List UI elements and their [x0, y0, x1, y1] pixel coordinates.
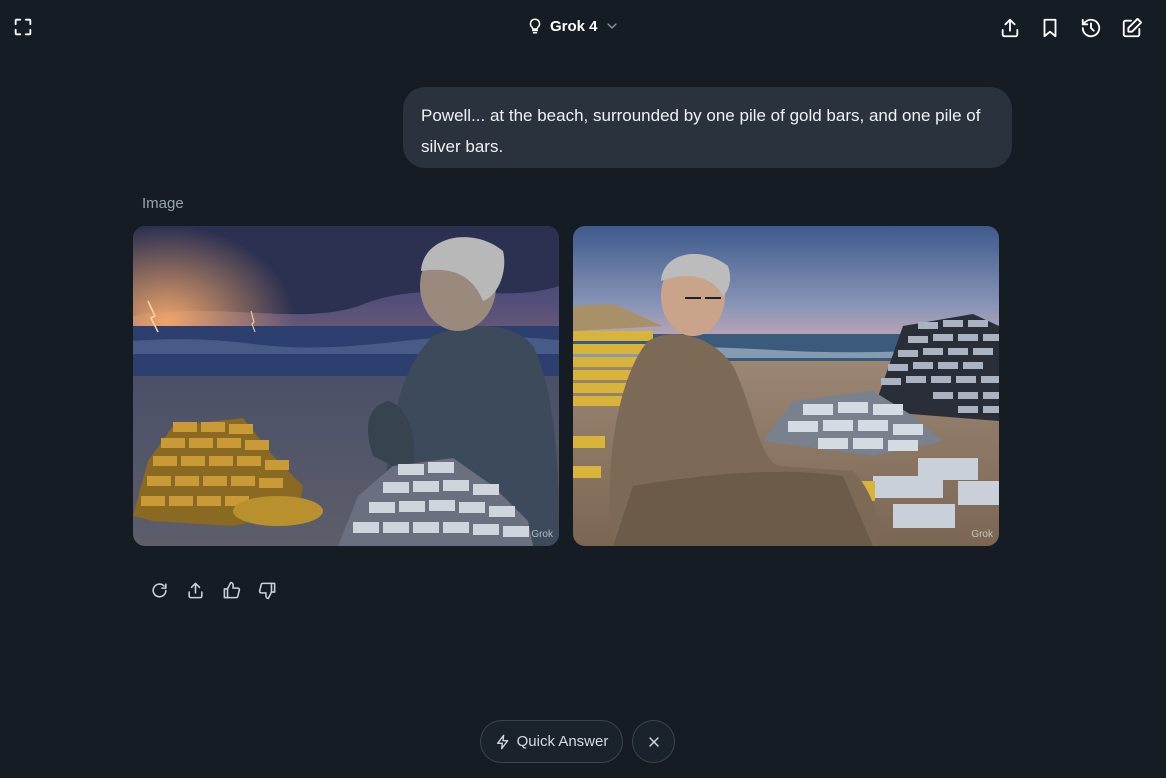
bookmark-icon — [1043, 18, 1057, 38]
quick-answer-label: Quick Answer — [516, 733, 609, 750]
grok-watermark: Grok — [971, 529, 993, 540]
edit-icon — [1122, 17, 1143, 38]
dislike-button[interactable] — [256, 579, 278, 601]
regenerate-button[interactable] — [148, 579, 170, 601]
like-button[interactable] — [220, 579, 242, 601]
response-label: Image — [142, 195, 184, 212]
bookmark-button[interactable] — [1035, 13, 1065, 43]
lightning-icon — [496, 734, 508, 749]
chevron-down-icon — [604, 18, 620, 34]
new-chat-button[interactable] — [1117, 13, 1147, 43]
user-message-text: Powell... at the beach, surrounded by on… — [421, 106, 981, 156]
expand-button[interactable] — [8, 12, 38, 42]
share-response-button[interactable] — [184, 579, 206, 601]
share-button[interactable] — [995, 13, 1025, 43]
model-name: Grok 4 — [550, 17, 598, 35]
generated-image-2[interactable]: Grok — [573, 226, 999, 546]
thumbs-down-icon — [258, 582, 275, 599]
close-button[interactable] — [632, 720, 675, 763]
share-icon — [1001, 18, 1019, 38]
share-icon — [187, 582, 203, 598]
response-actions — [148, 579, 278, 601]
history-icon — [1081, 18, 1101, 38]
refresh-icon — [151, 582, 167, 598]
thumbs-up-icon — [223, 581, 240, 598]
quick-answer-button[interactable]: Quick Answer — [480, 720, 623, 763]
expand-icon — [14, 18, 32, 36]
generated-image-1[interactable]: Grok — [133, 226, 559, 546]
close-icon — [648, 736, 659, 747]
user-message-bubble: Powell... at the beach, surrounded by on… — [403, 87, 1012, 168]
history-button[interactable] — [1076, 13, 1106, 43]
model-selector[interactable]: Grok 4 — [526, 12, 620, 40]
lightbulb-icon — [526, 17, 544, 35]
grok-watermark: Grok — [531, 529, 553, 540]
